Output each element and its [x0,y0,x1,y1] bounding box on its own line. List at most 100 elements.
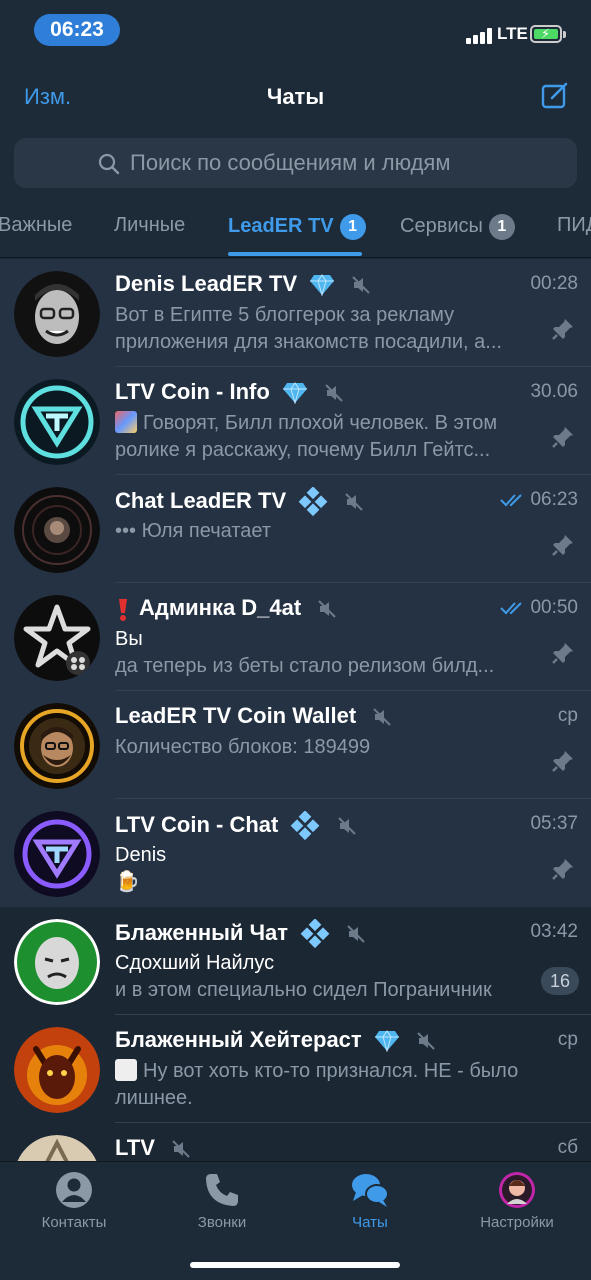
tab-calls[interactable]: Звонки [148,1170,296,1231]
chat-row[interactable]: Блаженный Чат 03:42 Сдохший Найлус и в э… [0,907,591,1015]
tab-label: Настройки [480,1214,554,1231]
avatar [14,1027,100,1113]
message-preview: 🍺 [115,871,140,893]
search-box[interactable] [14,138,577,188]
contacts-icon [56,1172,92,1208]
message-preview: и в этом специально сидел Пограничник [115,979,492,1001]
network-label: LTE [497,24,528,43]
search-icon [98,153,120,175]
mute-icon [337,817,356,835]
chat-row[interactable]: Админка D_4at 00:50 Вы да теперь из беты… [0,583,591,691]
tab-leadertv[interactable]: LeadER TV 1 [228,214,366,240]
diamond-icon [310,274,335,297]
home-indicator [190,1262,400,1268]
chat-time: 00:28 [530,273,578,294]
chat-time: 30.06 [530,381,578,402]
pin-icon [552,319,573,340]
tab-services[interactable]: Сервисы 1 [400,214,515,240]
folder-tabs: Важные Личные LeadER TV1 Сервисы1 ПИД [0,194,591,258]
tab-contacts[interactable]: Контакты [0,1170,148,1231]
compose-icon[interactable] [540,80,570,110]
chat-title: LeadER TV Coin Wallet [115,703,357,728]
tab-underline [228,252,362,256]
pin-icon [552,643,573,664]
avatar [14,703,100,789]
chat-title: Админка D_4at [139,595,302,620]
tab-pid[interactable]: ПИД [557,214,591,237]
chat-title: Блаженный Чат [115,919,289,945]
mute-icon [318,600,337,618]
tab-settings[interactable]: Настройки [443,1170,591,1231]
tab-label: Чаты [352,1214,388,1231]
image-thumbnail [115,1059,137,1081]
chat-time: 03:42 [530,921,578,942]
crystal-icon [291,811,320,841]
avatar [14,487,100,573]
double-check-icon [500,494,523,507]
avatar [14,271,100,357]
mute-icon [172,1140,190,1158]
tab-personal[interactable]: Личные [114,214,185,237]
chat-row[interactable]: Chat LeadER TV 06:23 ••• Юля печатает [0,475,591,583]
diamond-icon [374,1030,399,1053]
tab-important[interactable]: Важные [0,214,72,237]
tab-label: Звонки [197,1214,247,1231]
message-preview: Ну вот хоть кто-то признался. НЕ - было [143,1060,519,1082]
battery-icon: ⚡ [530,25,562,43]
page-title: Чаты [266,84,325,109]
chat-list: Denis LeadER TV 00:28 Вот в Египте 5 бло… [0,259,591,1161]
chat-row[interactable]: Denis LeadER TV 00:28 Вот в Египте 5 бло… [0,259,591,367]
signal-icon [466,28,494,44]
chat-row[interactable]: LTV Coin - Chat 05:37 Denis 🍺 [0,799,591,907]
pin-icon [552,535,573,556]
chats-icon [352,1174,389,1207]
avatar [14,919,100,1005]
chat-title: Denis LeadER TV [115,271,298,296]
avatar [14,811,100,897]
mute-icon [345,493,364,511]
avatar [14,595,100,681]
tab-label: Личные [114,214,186,236]
pin-icon [552,427,573,448]
search-bar [0,132,591,194]
exclamation-icon [119,599,127,622]
profile-avatar [499,1172,535,1208]
tab-chats[interactable]: Чаты [296,1170,444,1231]
message-preview: ролике я расскажу, почему Билл Гейтс... [115,439,491,461]
diamond-icon [282,382,307,405]
chat-time: 05:37 [530,813,578,834]
chat-row[interactable]: LTV Coin - Info 30.06 Говорят, Билл плох… [0,367,591,475]
phone-icon [206,1174,238,1206]
chat-row[interactable]: Блаженный Хейтераст ср Ну вот хоть кто-т… [0,1015,591,1123]
message-preview: Говорят, Билл плохой человек. В этом [143,412,498,434]
chat-title: Chat LeadER TV [115,487,287,513]
battery-tip [563,31,566,38]
status-time: 06:23 [34,14,120,46]
mute-icon [347,925,366,943]
pin-icon [552,751,573,772]
tab-label: LeadER TV [228,215,334,237]
chat-row[interactable]: LTV сб [0,1123,591,1161]
message-sender: Вы [115,628,143,650]
status-bar: 06:23 LTE ⚡ [0,0,591,62]
avatar [14,379,100,465]
search-input[interactable] [130,138,570,188]
chat-title: LTV Coin - Info [115,379,270,404]
message-preview: Количество блоков: 189499 [115,736,371,758]
tab-label: ПИД [557,214,591,236]
chat-row[interactable]: LeadER TV Coin Wallet ср Количество блок… [0,691,591,799]
chat-title: LTV Coin - Chat [115,811,279,837]
tab-badge: 1 [488,214,515,240]
crystal-icon [300,919,330,949]
chat-time: 00:50 [530,597,578,618]
chat-time: 06:23 [530,489,578,510]
chat-title: LTV [115,1135,155,1160]
tab-label: Сервисы [400,215,483,237]
message-preview: да теперь из беты стало релизом билд... [115,655,495,677]
image-thumbnail [115,411,137,433]
message-preview: Вот в Египте 5 блоггерок за рекламу [115,304,455,326]
mute-icon [373,708,392,726]
mute-icon [352,276,371,294]
message-preview: приложения для знакомств посадили, а... [115,331,502,353]
message-preview: лишнее. [115,1087,193,1109]
